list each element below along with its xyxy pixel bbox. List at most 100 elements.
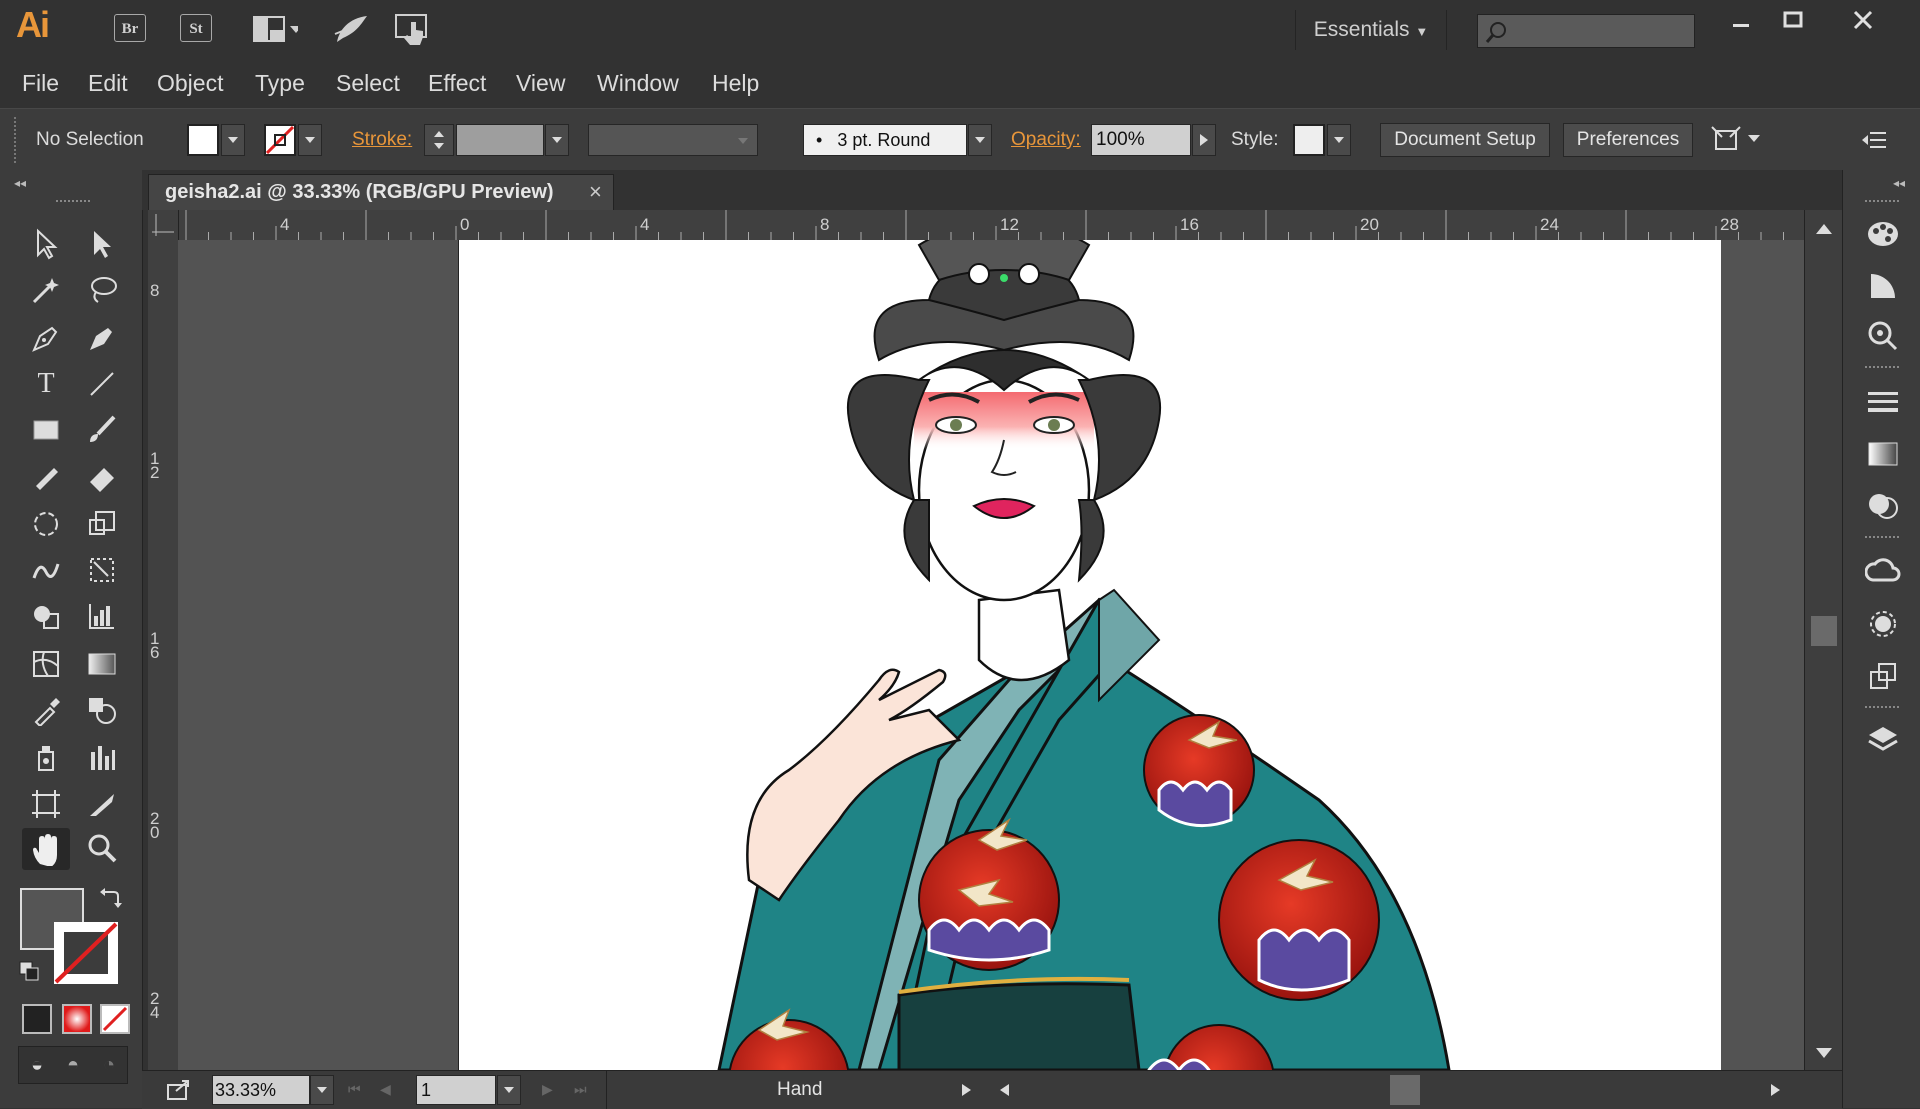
menu-view[interactable]: View	[516, 68, 565, 98]
swap-fill-stroke-icon[interactable]	[98, 886, 122, 915]
shape-builder-icon[interactable]	[24, 596, 68, 636]
stroke-weight-dropdown[interactable]	[545, 124, 569, 156]
type-icon[interactable]: T	[24, 364, 68, 404]
stroke-weight-field[interactable]	[456, 124, 544, 156]
opacity-field[interactable]: 100%	[1091, 124, 1191, 156]
hand-icon[interactable]	[22, 828, 70, 870]
panel-grip[interactable]	[14, 117, 20, 163]
eraser-icon[interactable]	[80, 456, 124, 496]
workspace-switcher[interactable]: Essentials ▼	[1295, 10, 1447, 50]
rotate-icon[interactable]	[24, 504, 68, 544]
canvas-area[interactable]	[178, 240, 1804, 1070]
stock-button[interactable]: St	[180, 14, 212, 42]
warp-icon[interactable]	[24, 550, 68, 590]
vertical-ruler[interactable]: 8 1 2 1 6 2 0 2 4	[148, 240, 179, 1070]
expand-panels-icon[interactable]: ◂◂	[1893, 176, 1905, 190]
transparency-icon[interactable]	[1865, 488, 1901, 524]
gradient-mode-icon[interactable]	[62, 1004, 92, 1034]
minimize-icon[interactable]	[1714, 0, 1768, 40]
style-dropdown[interactable]	[1327, 124, 1351, 156]
graphic-style-swatch[interactable]	[1293, 124, 1325, 156]
menu-window[interactable]: Window	[597, 68, 679, 98]
direct-select-icon[interactable]	[80, 224, 124, 264]
panel-grip[interactable]	[1865, 200, 1899, 202]
maximize-icon[interactable]	[1766, 0, 1820, 40]
prev-artboard-icon[interactable]: ◀	[380, 1081, 391, 1098]
gpu-performance-icon[interactable]	[328, 12, 374, 46]
gradient-icon[interactable]	[80, 644, 124, 684]
panel-grip[interactable]	[1865, 706, 1899, 708]
variable-width-profile[interactable]	[588, 124, 758, 156]
bridge-button[interactable]: Br	[114, 14, 146, 42]
stroke-swatch[interactable]	[264, 124, 296, 156]
color-mode-icon[interactable]	[22, 1004, 52, 1034]
blend-icon[interactable]	[80, 690, 124, 730]
column-graph-icon[interactable]	[80, 738, 124, 778]
opacity-arrow[interactable]	[1192, 124, 1216, 156]
menu-edit[interactable]: Edit	[88, 68, 128, 98]
fill-swatch[interactable]	[187, 124, 219, 156]
document-tab[interactable]: geisha2.ai @ 33.33% (RGB/GPU Preview) ×	[148, 174, 614, 210]
panel-grip[interactable]	[1865, 366, 1899, 368]
eyedropper-icon[interactable]	[24, 690, 68, 730]
artboard-dropdown[interactable]	[497, 1075, 521, 1105]
magic-wand-icon[interactable]	[24, 270, 68, 310]
artboard[interactable]	[458, 240, 1721, 1070]
line-icon[interactable]	[80, 364, 124, 404]
document-setup-button[interactable]: Document Setup	[1380, 123, 1550, 157]
stroke-dropdown[interactable]	[298, 124, 322, 156]
status-info[interactable]: Hand	[606, 1071, 988, 1109]
opacity-label[interactable]: Opacity:	[1011, 127, 1081, 153]
symbols-icon[interactable]	[1865, 606, 1901, 642]
menu-object[interactable]: Object	[157, 68, 223, 98]
geisha-illustration[interactable]	[459, 240, 1721, 1070]
horizontal-ruler[interactable]: 4 0 4 8 12 16 20 24 28	[148, 210, 1804, 241]
mesh-icon[interactable]	[24, 644, 68, 684]
layers-icon[interactable]	[1865, 722, 1901, 758]
lasso-icon[interactable]	[80, 270, 124, 310]
pen-icon[interactable]	[24, 318, 68, 358]
zoom-level-field[interactable]: 33.33%	[212, 1075, 310, 1105]
menu-file[interactable]: File	[22, 68, 59, 98]
ruler-origin[interactable]	[148, 210, 179, 240]
export-icon[interactable]	[166, 1077, 192, 1106]
asset-export-icon[interactable]	[1865, 658, 1901, 694]
color-guide-icon[interactable]	[1865, 268, 1901, 304]
stroke-weight-stepper[interactable]	[424, 124, 454, 156]
appearance-icon[interactable]	[1865, 318, 1901, 354]
select-icon[interactable]	[24, 224, 68, 264]
menu-select[interactable]: Select	[336, 68, 400, 98]
horizontal-scrollbar[interactable]	[986, 1071, 1806, 1109]
color-palette-icon[interactable]	[1865, 216, 1901, 252]
brush-dropdown[interactable]	[968, 124, 992, 156]
pencil-icon[interactable]	[24, 456, 68, 496]
default-colors-icon[interactable]	[18, 960, 42, 989]
arrange-icon[interactable]	[1710, 125, 1764, 160]
preferences-button[interactable]: Preferences	[1563, 123, 1693, 157]
draw-behind-icon[interactable]: ◓	[67, 1054, 79, 1077]
menu-effect[interactable]: Effect	[428, 68, 486, 98]
draw-normal-icon[interactable]: ◒	[31, 1054, 43, 1077]
stroke-color-box[interactable]	[54, 922, 118, 984]
artboard-number-field[interactable]: 1	[416, 1075, 496, 1105]
menu-help[interactable]: Help	[712, 68, 759, 98]
scroll-down-icon[interactable]	[1815, 1046, 1833, 1064]
scale-icon[interactable]	[80, 504, 124, 544]
brush-definition-field[interactable]: • 3 pt. Round	[803, 124, 967, 156]
first-artboard-icon[interactable]: ⏮	[348, 1081, 361, 1098]
slice-icon[interactable]	[80, 784, 124, 824]
scroll-right-icon[interactable]	[1770, 1083, 1782, 1097]
last-artboard-icon[interactable]: ⏭	[574, 1081, 587, 1098]
chart-icon[interactable]	[80, 596, 124, 636]
free-transform-icon[interactable]	[80, 550, 124, 590]
panel-grip[interactable]	[1865, 536, 1899, 538]
draw-modes[interactable]: ◒ ◓ ◔	[18, 1046, 128, 1084]
collapse-icon[interactable]: ◂◂	[14, 176, 26, 190]
curvature-icon[interactable]	[80, 318, 124, 358]
hscroll-thumb[interactable]	[1390, 1075, 1420, 1105]
close-tab-icon[interactable]: ×	[589, 179, 602, 205]
scroll-up-icon[interactable]	[1815, 222, 1833, 240]
zoom-dropdown[interactable]	[310, 1075, 334, 1105]
search-input[interactable]	[1477, 14, 1695, 48]
none-mode-icon[interactable]	[100, 1004, 130, 1034]
